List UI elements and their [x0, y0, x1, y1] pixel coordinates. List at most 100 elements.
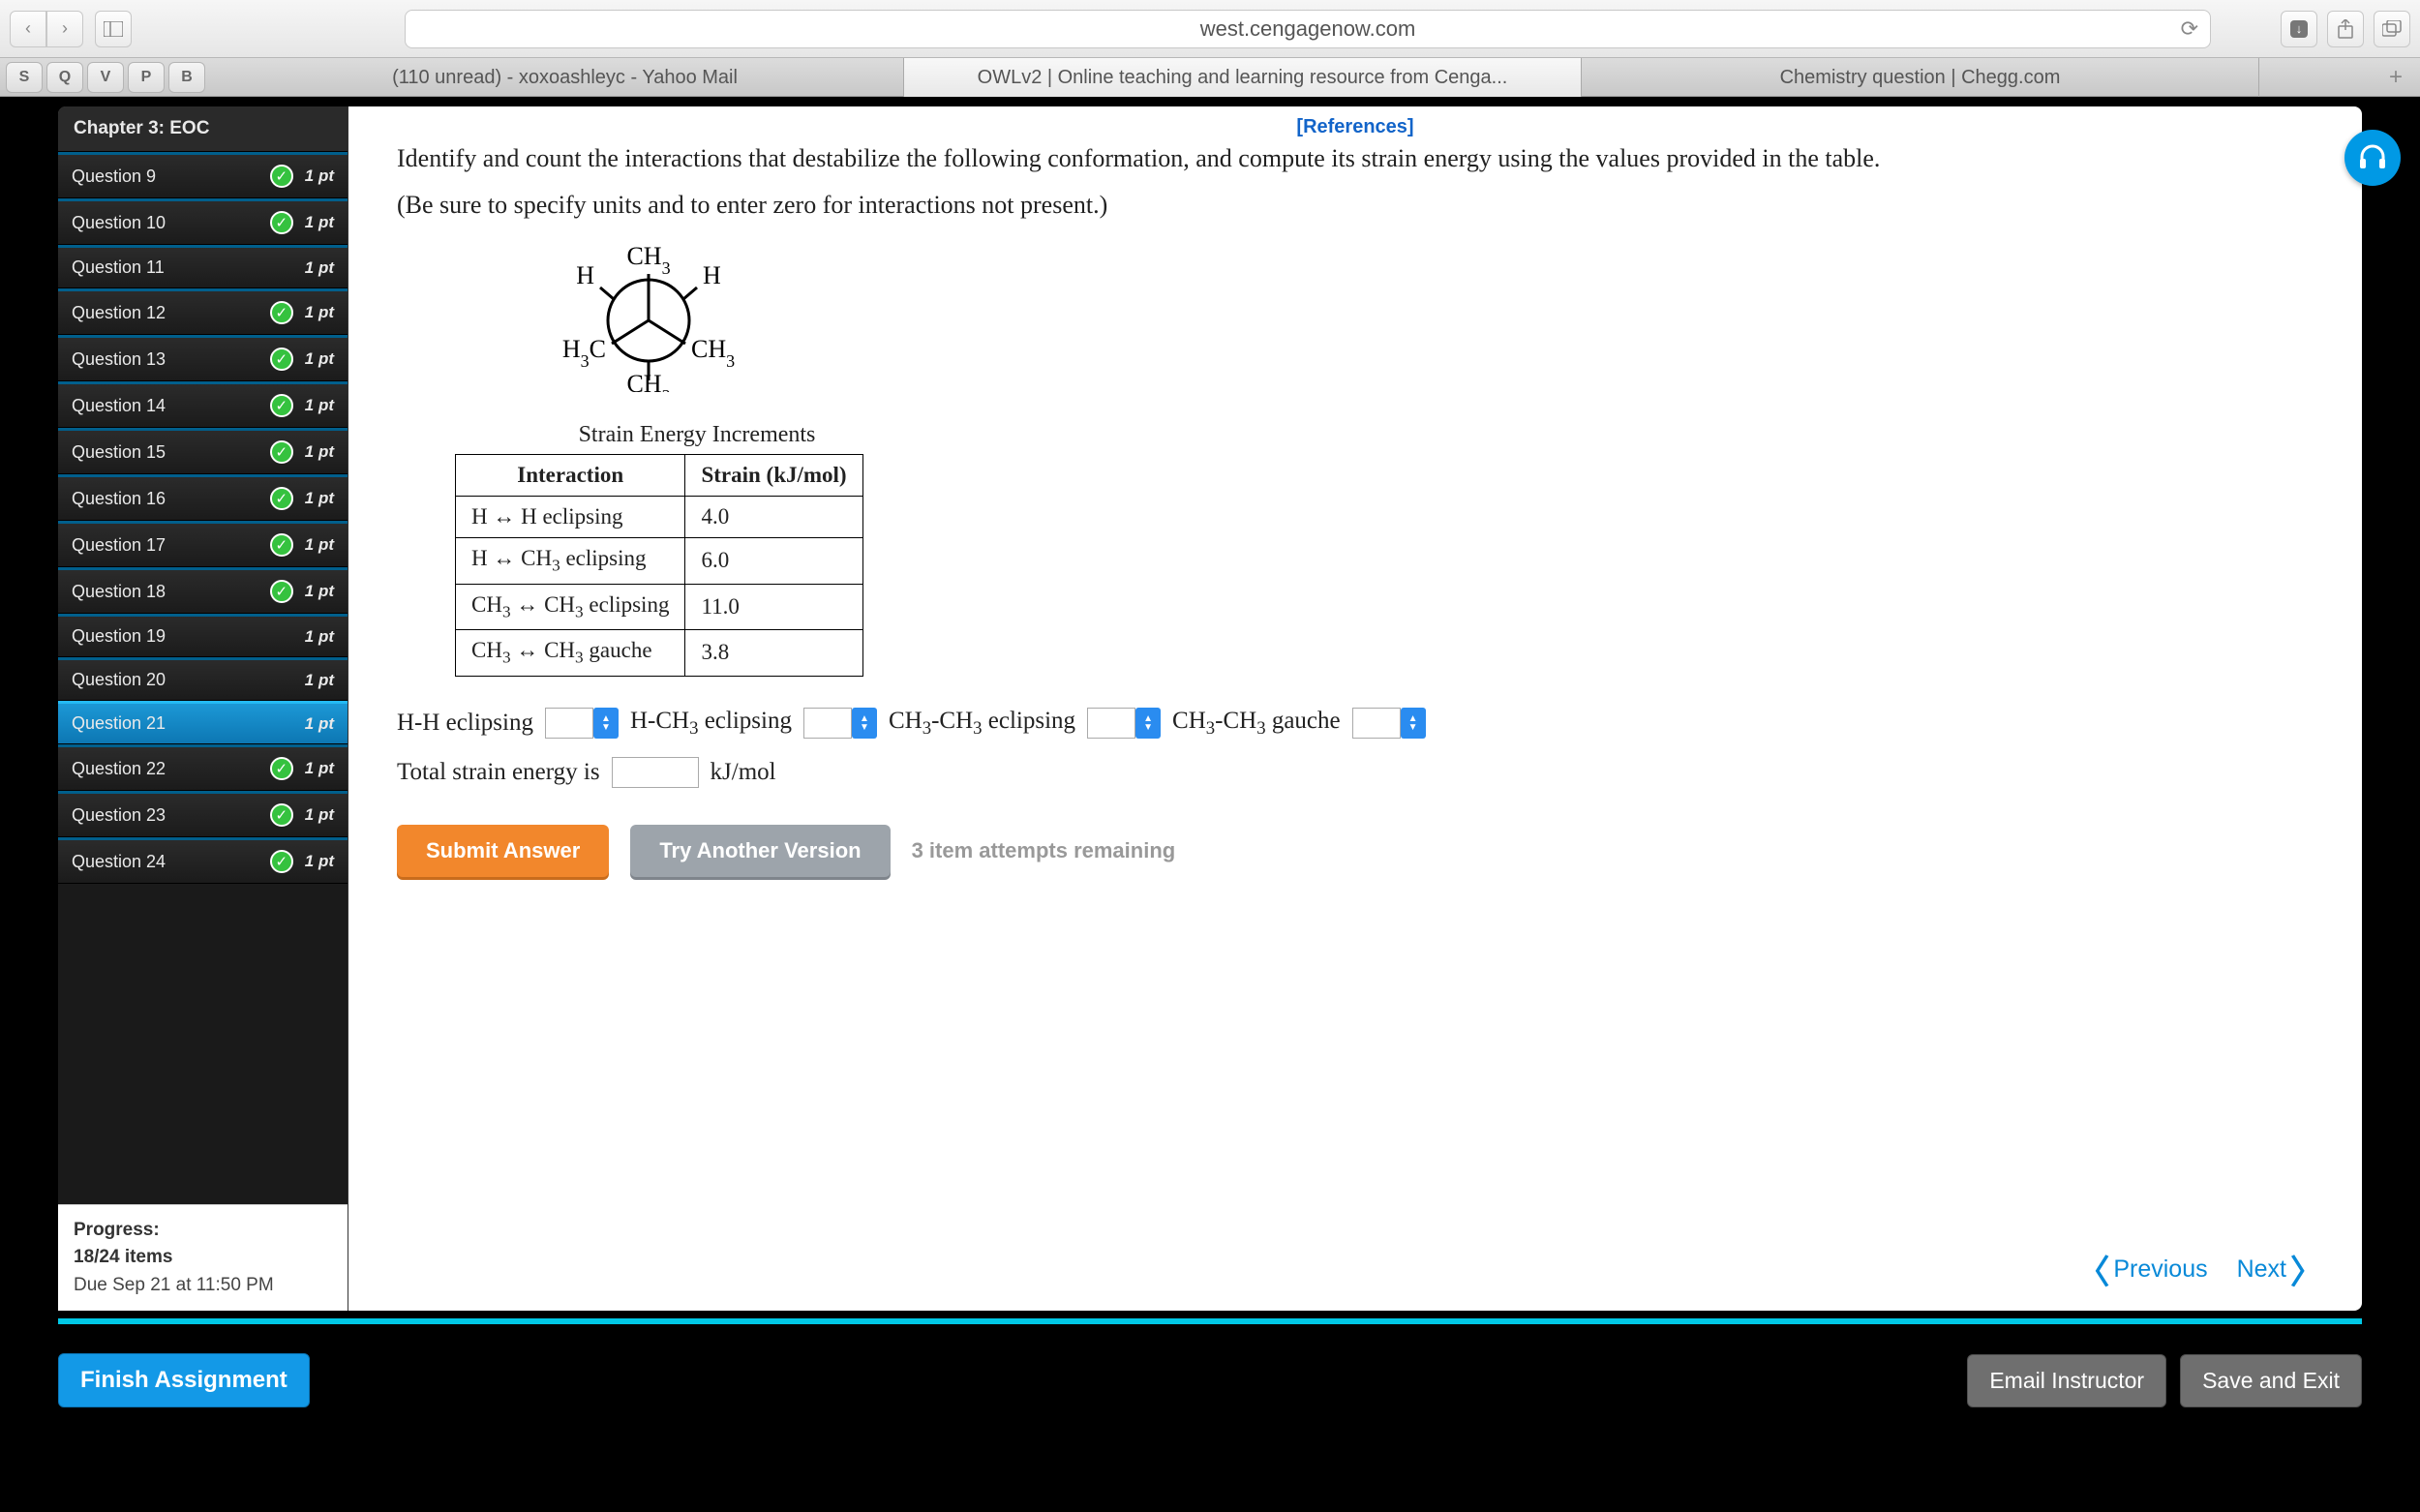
input-hch3[interactable]: ▲▼	[803, 708, 877, 739]
question-points: 1 pt	[305, 805, 334, 825]
browser-tab[interactable]: Chemistry question | Chegg.com	[1582, 58, 2259, 97]
strain-table-title: Strain Energy Increments	[455, 422, 939, 448]
progress-block: Progress: 18/24 items Due Sep 21 at 11:5…	[58, 1204, 348, 1312]
question-nav-item[interactable]: Question 9✓1 pt	[58, 152, 348, 198]
question-list: Question 9✓1 ptQuestion 10✓1 ptQuestion …	[58, 152, 348, 1204]
input-hh[interactable]: ▲▼	[545, 708, 619, 739]
question-label: Question 19	[72, 626, 166, 647]
col-interaction: Interaction	[456, 455, 685, 497]
attempts-remaining: 3 item attempts remaining	[912, 838, 1176, 863]
prompt-line-2: (Be sure to specify units and to enter z…	[397, 191, 2314, 220]
check-icon: ✓	[270, 348, 293, 371]
question-nav-item[interactable]: Question 23✓1 pt	[58, 791, 348, 837]
question-label: Question 20	[72, 670, 166, 690]
content-panel: [References] Identify and count the inte…	[348, 106, 2362, 1311]
question-nav-item[interactable]: Question 24✓1 pt	[58, 837, 348, 884]
question-points: 1 pt	[305, 489, 334, 508]
question-nav-item[interactable]: Question 10✓1 pt	[58, 198, 348, 245]
question-nav-item[interactable]: Question 18✓1 pt	[58, 567, 348, 614]
check-icon: ✓	[270, 301, 293, 324]
question-nav-item[interactable]: Question 20 1 pt	[58, 657, 348, 701]
inputs-row: H-H eclipsing ▲▼ H-CH3 eclipsing ▲▼ CH3-…	[397, 708, 2314, 740]
back-button[interactable]: ‹	[10, 11, 46, 47]
question-points: 1 pt	[305, 852, 334, 871]
check-icon: ✓	[270, 487, 293, 510]
stepper-icon[interactable]: ▲▼	[593, 708, 619, 739]
next-link[interactable]: Next 〉	[2237, 1246, 2323, 1293]
references-link[interactable]: [References]	[348, 106, 2362, 140]
table-row: CH3 ↔ CH3 eclipsing11.0	[456, 584, 863, 630]
total-strain-input[interactable]	[612, 757, 699, 788]
new-tab-button[interactable]: +	[2372, 58, 2420, 96]
stepper-icon[interactable]: ▲▼	[852, 708, 877, 739]
email-instructor-button[interactable]: Email Instructor	[1967, 1354, 2166, 1407]
question-label: Question 15	[72, 442, 166, 463]
downloads-button[interactable]: ↓	[2281, 11, 2317, 47]
check-icon: ✓	[270, 533, 293, 557]
question-nav-item[interactable]: Question 13✓1 pt	[58, 335, 348, 381]
total-unit: kJ/mol	[711, 759, 776, 786]
favorite-b[interactable]: B	[168, 62, 205, 93]
label-ch3ch3-eclipsing: CH3-CH3 eclipsing	[889, 708, 1075, 740]
question-nav-item[interactable]: Question 12✓1 pt	[58, 288, 348, 335]
question-nav-item[interactable]: Question 17✓1 pt	[58, 521, 348, 567]
question-nav-item[interactable]: Question 11 1 pt	[58, 245, 348, 288]
finish-assignment-button[interactable]: Finish Assignment	[58, 1353, 310, 1407]
tabs-button[interactable]	[2374, 11, 2410, 47]
save-and-exit-button[interactable]: Save and Exit	[2180, 1354, 2362, 1407]
question-points: 1 pt	[305, 166, 334, 186]
nav-footer: 〈 Previous Next 〉	[348, 1228, 2362, 1311]
previous-link[interactable]: 〈 Previous	[2076, 1246, 2207, 1293]
chevron-right-icon: 〉	[2290, 1246, 2323, 1293]
table-row: H ↔ CH3 eclipsing6.0	[456, 538, 863, 585]
check-icon: ✓	[270, 850, 293, 873]
question-points: 1 pt	[305, 671, 334, 690]
check-icon: ✓	[270, 211, 293, 234]
svg-text:CH3: CH3	[626, 370, 670, 392]
browser-tab[interactable]: OWLv2 | Online teaching and learning res…	[904, 58, 1582, 97]
question-points: 1 pt	[305, 396, 334, 415]
question-nav-item[interactable]: Question 14✓1 pt	[58, 381, 348, 428]
stepper-icon[interactable]: ▲▼	[1401, 708, 1426, 739]
stepper-icon[interactable]: ▲▼	[1135, 708, 1161, 739]
question-nav-item[interactable]: Question 15✓1 pt	[58, 428, 348, 474]
check-icon: ✓	[270, 394, 293, 417]
question-nav-item[interactable]: Question 16✓1 pt	[58, 474, 348, 521]
question-label: Question 22	[72, 759, 166, 779]
input-ch3ch3-gauche[interactable]: ▲▼	[1352, 708, 1426, 739]
browser-tab[interactable]: (110 unread) - xoxoashleyc - Yahoo Mail	[227, 58, 904, 97]
question-nav-item[interactable]: Question 211 pt	[58, 701, 348, 744]
label-ch3ch3-gauche: CH3-CH3 gauche	[1172, 708, 1341, 740]
sidebar-toggle-button[interactable]	[95, 11, 132, 47]
strain-table: Interaction Strain (kJ/mol) H ↔ H eclips…	[455, 454, 863, 677]
try-another-button[interactable]: Try Another Version	[630, 825, 890, 877]
chapter-header: Chapter 3: EOC	[58, 106, 348, 152]
submit-answer-button[interactable]: Submit Answer	[397, 825, 609, 877]
favorite-p[interactable]: P	[128, 62, 165, 93]
share-button[interactable]	[2327, 11, 2364, 47]
check-icon: ✓	[270, 757, 293, 780]
total-label: Total strain energy is	[397, 759, 600, 786]
question-points: 1 pt	[305, 714, 334, 734]
support-headset-icon[interactable]	[2344, 130, 2401, 186]
question-nav-item[interactable]: Question 22✓1 pt	[58, 744, 348, 791]
check-icon: ✓	[270, 440, 293, 464]
check-icon: ✓	[270, 165, 293, 188]
question-points: 1 pt	[305, 258, 334, 278]
reload-icon[interactable]: ⟳	[2181, 16, 2198, 42]
svg-text:H: H	[576, 261, 594, 289]
url-bar[interactable]: west.cengagenow.com ⟳	[405, 10, 2211, 48]
question-points: 1 pt	[305, 582, 334, 601]
question-body: Identify and count the interactions that…	[348, 140, 2362, 1228]
question-nav-item[interactable]: Question 191 pt	[58, 614, 348, 657]
question-label: Question 13	[72, 349, 166, 370]
forward-button[interactable]: ›	[46, 11, 83, 47]
question-label: Question 11	[72, 257, 165, 278]
input-ch3ch3-eclipsing[interactable]: ▲▼	[1087, 708, 1161, 739]
favorite-s[interactable]: S	[6, 62, 43, 93]
favorite-v[interactable]: V	[87, 62, 124, 93]
svg-text:H: H	[703, 261, 721, 289]
owl-app-shell: Chapter 3: EOC Question 9✓1 ptQuestion 1…	[0, 97, 2420, 1512]
prompt-line-1: Identify and count the interactions that…	[397, 144, 2314, 173]
favorite-q[interactable]: Q	[46, 62, 83, 93]
